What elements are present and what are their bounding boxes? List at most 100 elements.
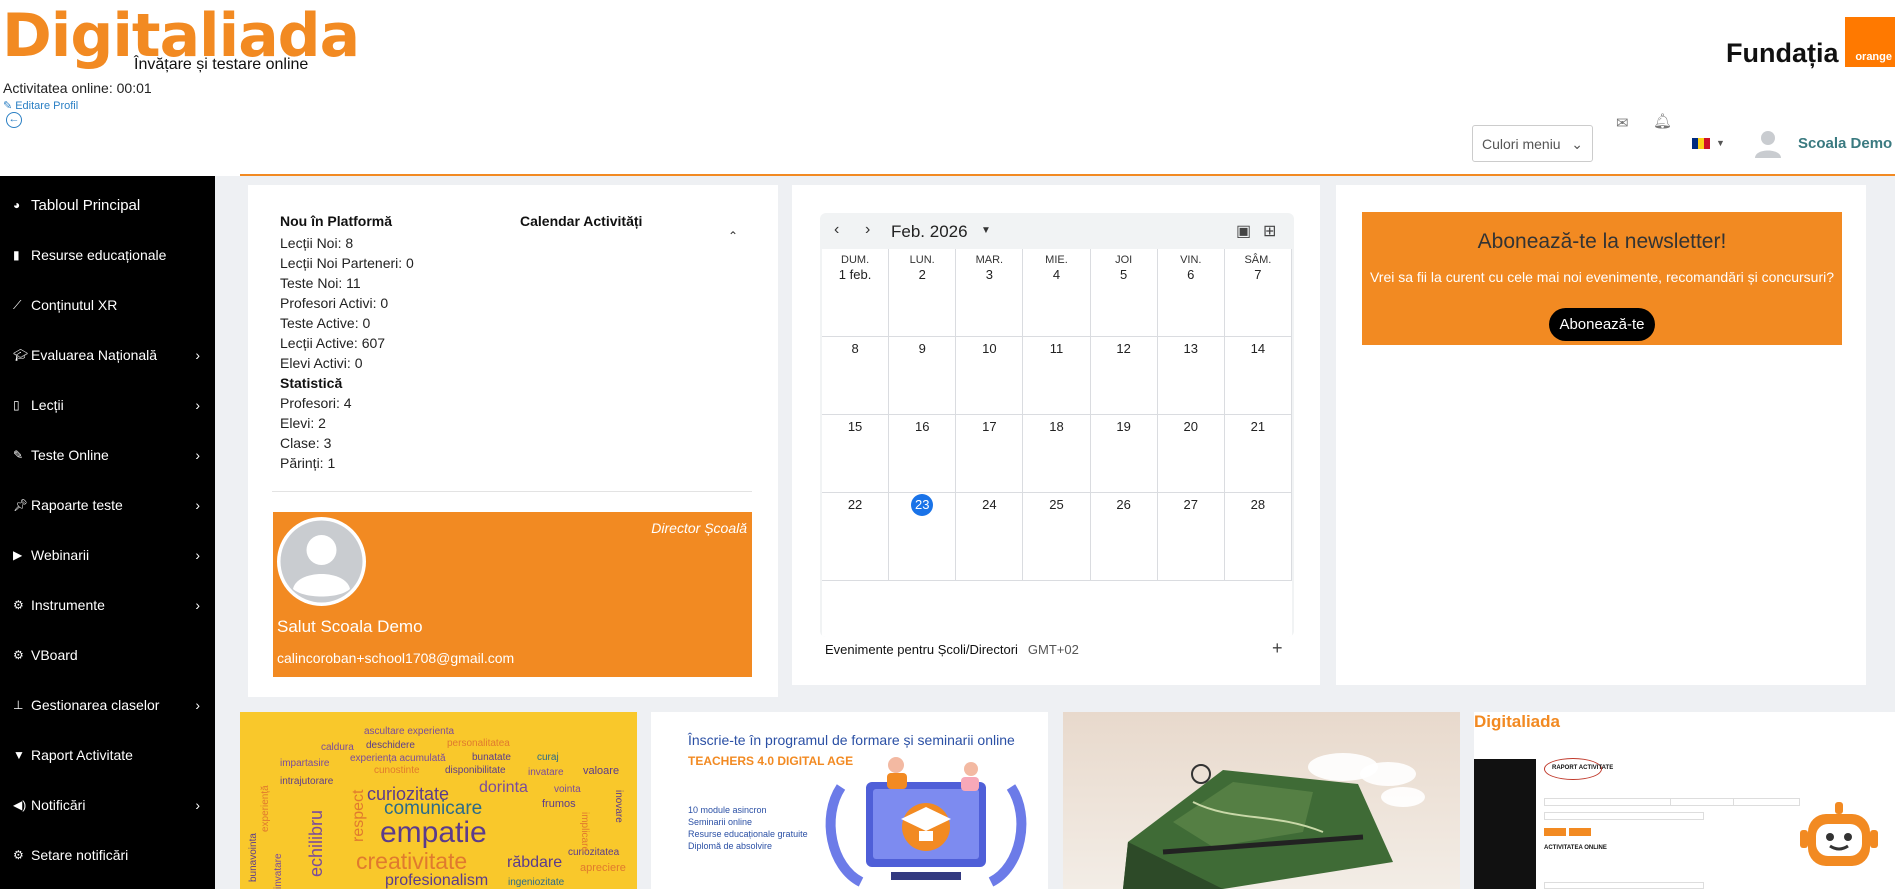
stat-line: Lecții Active: 607 (280, 335, 386, 351)
sidebar-item-class-management[interactable]: ⊥ Gestionarea claselor › (0, 680, 215, 730)
calendar-grid: DUM. 1 feb. LUN. 2 MAR. 3 MIE. 4 JOI 5 VIN. 6 SÂM. 7 8… (822, 249, 1292, 637)
calendar-day-cell[interactable]: 13 (1157, 337, 1225, 415)
day-number: 28 (1250, 497, 1266, 512)
menu-colors-select[interactable]: Culori meniu ⌄ (1472, 125, 1593, 162)
subscribe-button[interactable]: Abonează-te (1549, 308, 1655, 341)
sidebar-item-vboard[interactable]: ⚙ VBoard (0, 630, 215, 680)
chevron-down-icon: ⌄ (1571, 136, 1583, 152)
calendar-day-cell[interactable]: 20 (1157, 415, 1225, 493)
calendar-day-cell[interactable]: 10 (956, 337, 1024, 415)
sidebar-item-webinars[interactable]: ▶ Webinarii › (0, 530, 215, 580)
calendar-panel: ‹ › Feb. 2026 ▼ ▣ ⊞ DUM. 1 feb. LUN. 2 MAR. 3… (792, 185, 1320, 685)
back-arrow-icon[interactable]: ← (6, 112, 22, 128)
sidebar-item-activity-report[interactable]: ▼ Raport Activitate (0, 730, 215, 780)
sidebar-item-test-reports[interactable]: 📌︎ Rapoarte teste › (0, 480, 215, 530)
sidebar: ◕ Tabloul Principal ▮ Resurse educaționa… (0, 176, 215, 889)
edit-profile-link[interactable]: ✎ Editare Profil (3, 99, 78, 113)
gear-icon: ⚙ (13, 848, 24, 862)
calendar-day-cell[interactable]: 15 (822, 415, 890, 493)
calendar-month[interactable]: Feb. 2026 (891, 222, 968, 242)
caret-down-icon[interactable]: ▼ (1716, 138, 1725, 148)
user-name[interactable]: Scoala Demo (1798, 135, 1892, 152)
sidebar-item-xr-content[interactable]: ⟋ Conținutul XR (0, 280, 215, 330)
calendar-day-cell[interactable]: 23 (889, 493, 957, 581)
language-flag-icon[interactable] (1692, 138, 1710, 149)
calendar-day-cell[interactable]: 14 (1224, 337, 1292, 415)
sidebar-item-notifications[interactable]: ◀) Notificări › (0, 780, 215, 830)
sidebar-item-online-tests[interactable]: ✎ Teste Online › (0, 430, 215, 480)
calendar-day-cell[interactable]: MIE. 4 (1023, 249, 1091, 337)
calendar-day-cell[interactable]: 19 (1090, 415, 1158, 493)
calendar-day-cell[interactable]: LUN. 2 (889, 249, 957, 337)
calendar-day-cell[interactable]: 25 (1023, 493, 1091, 581)
day-number: 9 (918, 341, 926, 356)
mini-input (1544, 882, 1704, 889)
day-number: 18 (1049, 419, 1064, 434)
calendar-day-cell[interactable]: 11 (1023, 337, 1091, 415)
word: intrajutorare (280, 776, 334, 787)
timezone-label: GMT+02 (1027, 642, 1079, 657)
calendar-day-cell[interactable]: VIN. 6 (1157, 249, 1225, 337)
chevron-left-icon[interactable]: ‹ (834, 221, 839, 239)
sidebar-item-tools[interactable]: ⚙ Instrumente › (0, 580, 215, 630)
newsletter-box: Abonează-te la newsletter! Vrei sa fii l… (1362, 212, 1842, 345)
menu-colors-label: Culori meniu (1482, 136, 1561, 152)
robot-assistant-icon[interactable] (1800, 800, 1878, 875)
calendar-events-label: Evenimente pentru Școli/Directori (825, 642, 1018, 657)
sidebar-item-dashboard[interactable]: ◕ Tabloul Principal (0, 180, 215, 230)
calendar-day-cell[interactable]: DUM. 1 feb. (822, 249, 890, 337)
pin-icon: 📌︎ (13, 498, 29, 512)
teachers-program-tile[interactable]: Înscrie-te în programul de formare și se… (651, 712, 1048, 889)
calendar-day-cell[interactable]: 16 (889, 415, 957, 493)
calendar-day-cell[interactable]: 24 (956, 493, 1024, 581)
calendar-icon[interactable]: ▣ (1236, 221, 1251, 241)
volume-icon: ◀) (13, 798, 27, 812)
calendar-day-cell[interactable]: 27 (1157, 493, 1225, 581)
chevron-up-icon[interactable]: ⌃ (728, 229, 738, 243)
bell-icon[interactable]: 🔔︎ (1653, 112, 1672, 130)
stat-line: Profesori: 4 (280, 395, 352, 411)
sidebar-item-label: Resurse educaționale (31, 247, 167, 263)
sidebar-item-national-evaluation[interactable]: 🎓︎ Evaluarea Națională › (0, 330, 215, 380)
teachers-program-title: Înscrie-te în programul de formare și se… (688, 732, 1015, 748)
calendar-day-cell[interactable]: JOI 5 (1090, 249, 1158, 337)
sidebar-item-label: Notificări (31, 797, 86, 813)
mail-icon[interactable]: ✉ (1616, 114, 1629, 132)
weekday-label: LUN. (909, 254, 935, 266)
day-number: 13 (1183, 341, 1198, 356)
calendar-day-cell[interactable]: 28 (1224, 493, 1292, 581)
day-number: 19 (1116, 419, 1131, 434)
xr-terrain-tile[interactable] (1063, 712, 1460, 889)
chevron-right-icon[interactable]: › (865, 221, 870, 239)
day-number: 14 (1250, 341, 1266, 356)
role-label: Director Școală (651, 520, 747, 536)
day-number: 5 (1120, 267, 1128, 282)
list-item: Diplomă de absolvire (688, 841, 773, 851)
sidebar-item-lessons[interactable]: ▯ Lecții › (0, 380, 215, 430)
word: respect (350, 789, 367, 842)
stat-line: Părinți: 1 (280, 455, 336, 471)
user-avatar-icon[interactable] (1753, 128, 1783, 158)
word: frumos (542, 798, 576, 810)
grid-view-icon[interactable]: ⊞ (1263, 221, 1276, 241)
sidebar-item-notification-settings[interactable]: ⚙ Setare notificări (0, 830, 215, 880)
calendar-day-cell[interactable]: MAR. 3 (956, 249, 1024, 337)
sidebar-item-resources[interactable]: ▮ Resurse educaționale (0, 230, 215, 280)
add-event-icon[interactable]: + (1272, 638, 1283, 659)
calendar-day-cell[interactable]: 9 (889, 337, 957, 415)
calendar-day-cell[interactable]: 12 (1090, 337, 1158, 415)
stat-line: Profesori Activi: 0 (280, 295, 389, 311)
calendar-day-cell[interactable]: 21 (1224, 415, 1292, 493)
calendar-day-cell[interactable]: SÂM. 7 (1224, 249, 1292, 337)
chevron-right-icon: › (195, 497, 200, 513)
word: dorinta (479, 779, 528, 796)
caret-down-icon[interactable]: ▼ (981, 225, 991, 236)
calendar-day-cell[interactable]: 17 (956, 415, 1024, 493)
weekday-label: SÂM. (1244, 254, 1272, 266)
calendar-day-cell[interactable]: 26 (1090, 493, 1158, 581)
word-cloud-tile[interactable]: ascultare experienta personalitatea cald… (240, 712, 637, 889)
calendar-day-cell[interactable]: 22 (822, 493, 890, 581)
tagline: Învățare și testare online (134, 56, 309, 73)
calendar-day-cell[interactable]: 8 (822, 337, 890, 415)
calendar-day-cell[interactable]: 18 (1023, 415, 1091, 493)
